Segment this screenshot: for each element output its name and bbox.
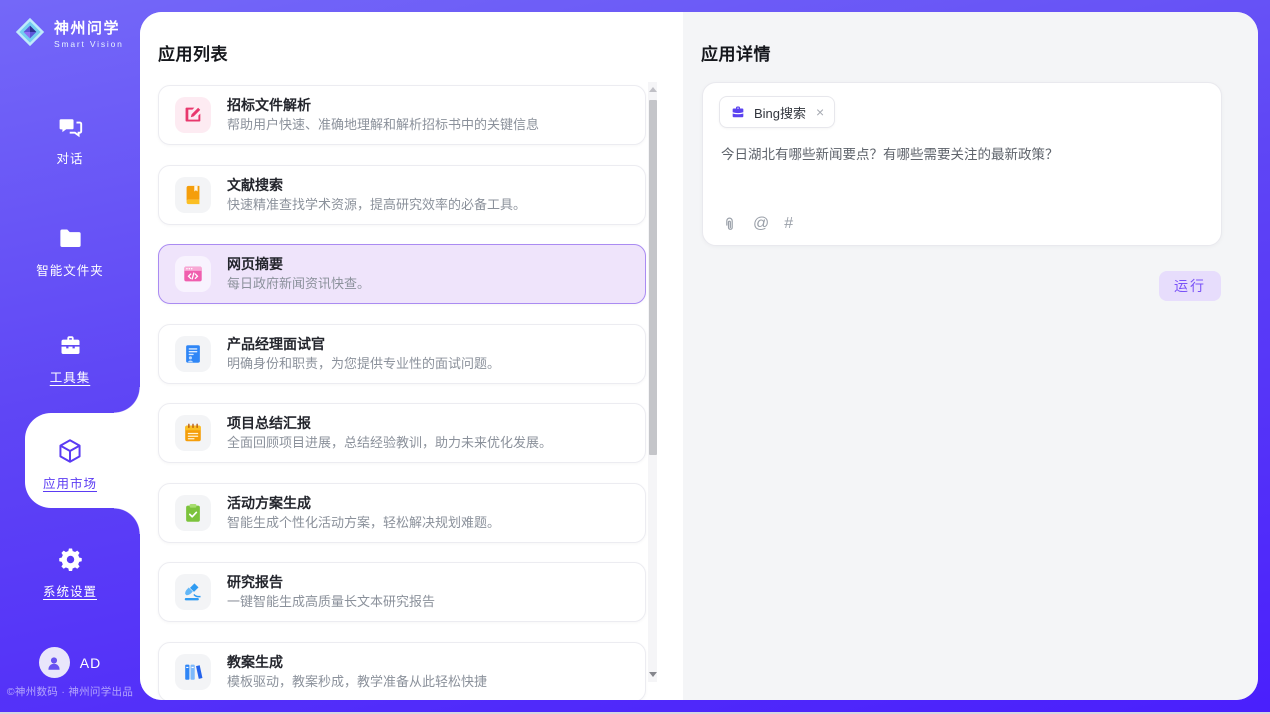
gem-logo-icon [13,15,47,54]
app-card-title: 产品经理面试官 [227,337,500,351]
app-card-title: 研究报告 [227,575,435,589]
app-card-web-summary[interactable]: 网页摘要 每日政府新闻资讯快查。 [158,244,646,304]
book-icon [182,184,204,206]
microscope-icon [182,581,204,603]
prompt-editor[interactable]: Bing搜索 × 今日湖北有哪些新闻要点？有哪些需要关注的最新政策？ @ # [702,82,1222,246]
sidebar-footer-credit: ©神州数码 · 神州问学出品 [0,684,140,699]
app-card-lesson-plan[interactable]: 教案生成 模板驱动，教案秒成，教学准备从此轻松快捷 [158,642,646,701]
app-card-description: 一键智能生成高质量长文本研究报告 [227,595,435,609]
scrollbar-down-arrow-icon[interactable] [649,672,657,677]
app-card-title: 活动方案生成 [227,496,500,510]
browser-code-icon [182,263,204,285]
briefcase-icon [730,104,746,120]
app-card-description: 快速精准查找学术资源，提高研究效率的必备工具。 [227,198,526,212]
app-card-description: 智能生成个性化活动方案，轻松解决规划难题。 [227,516,500,530]
user-name: AD [80,655,101,671]
app-card-title: 招标文件解析 [227,98,539,112]
app-card-literature-search[interactable]: 文献搜索 快速精准查找学术资源，提高研究效率的必备工具。 [158,165,646,225]
app-card-description: 明确身份和职责，为您提供专业性的面试问题。 [227,357,500,371]
app-subtitle: Smart Vision [54,39,124,49]
sidebar-item-app-market[interactable]: 应用市场 [0,437,140,492]
app-card-pm-interviewer[interactable]: 产品经理面试官 明确身份和职责，为您提供专业性的面试问题。 [158,324,646,384]
note-icon [182,422,204,444]
close-icon[interactable]: × [816,105,824,119]
cube-icon [56,437,84,465]
clipboard-check-icon [182,502,204,524]
app-card-event-plan[interactable]: 活动方案生成 智能生成个性化活动方案，轻松解决规划难题。 [158,483,646,543]
gear-icon [57,545,84,573]
run-button[interactable]: 运行 [1159,271,1221,301]
hash-topic-icon[interactable]: # [784,215,793,233]
sidebar: 神州问学 Smart Vision 对话 智能文件夹 工具集 应用市场 [0,0,140,714]
scrollbar-up-arrow-icon[interactable] [649,87,657,92]
person-icon [45,654,63,672]
pen-square-icon [182,104,204,126]
app-logo: 神州问学 Smart Vision [13,15,124,54]
folder-icon [57,224,84,252]
app-card-bid-document-analysis[interactable]: 招标文件解析 帮助用户快速、准确地理解和解析招标书中的关键信息 [158,85,646,145]
scrollbar-thumb[interactable] [649,100,657,455]
app-card-title: 项目总结汇报 [227,416,552,430]
paperclip-icon[interactable] [721,216,738,233]
app-card-description: 帮助用户快速、准确地理解和解析招标书中的关键信息 [227,118,539,132]
app-card-title: 教案生成 [227,655,487,669]
app-detail-title: 应用详情 [701,40,771,65]
app-list: 招标文件解析 帮助用户快速、准确地理解和解析招标书中的关键信息 文献搜索 快速精… [158,85,646,700]
sidebar-item-toolset[interactable]: 工具集 [0,331,140,386]
at-mention-icon[interactable]: @ [753,215,769,233]
main-container: 应用列表 招标文件解析 帮助用户快速、准确地理解和解析招标书中的关键信息 [140,12,1258,700]
app-card-description: 模板驱动，教案秒成，教学准备从此轻松快捷 [227,675,487,689]
app-card-project-summary[interactable]: 项目总结汇报 全面回顾项目进展，总结经验教训，助力未来优化发展。 [158,403,646,463]
app-list-scrollbar[interactable] [648,82,657,682]
books-icon [182,661,204,683]
toolbox-icon [57,331,84,359]
tool-tag-label: Bing搜索 [754,103,806,122]
sidebar-item-smart-folder[interactable]: 智能文件夹 [0,224,140,279]
app-card-title: 网页摘要 [227,257,370,271]
app-card-research-report[interactable]: 研究报告 一键智能生成高质量长文本研究报告 [158,562,646,622]
app-list-title: 应用列表 [158,40,228,65]
attachment-toolbar: @ # [721,215,793,233]
chat-icon [57,112,84,140]
sidebar-item-chat[interactable]: 对话 [0,112,140,167]
sidebar-item-settings[interactable]: 系统设置 [0,545,140,600]
app-card-description: 每日政府新闻资讯快查。 [227,277,370,291]
avatar [39,647,70,678]
tool-tag-bing-search[interactable]: Bing搜索 × [719,96,835,128]
doc-person-icon [182,343,204,365]
app-card-title: 文献搜索 [227,178,526,192]
app-title: 神州问学 [54,20,124,37]
app-card-description: 全面回顾项目进展，总结经验教训，助力未来优化发展。 [227,436,552,450]
prompt-text[interactable]: 今日湖北有哪些新闻要点？有哪些需要关注的最新政策？ [721,145,1199,165]
app-detail-panel: 应用详情 Bing搜索 × 今日湖北有哪些新闻要点？有哪些需要关注的最新政策？ … [683,12,1258,700]
app-list-panel: 应用列表 招标文件解析 帮助用户快速、准确地理解和解析招标书中的关键信息 [140,12,683,700]
user-account[interactable]: AD [0,647,140,678]
